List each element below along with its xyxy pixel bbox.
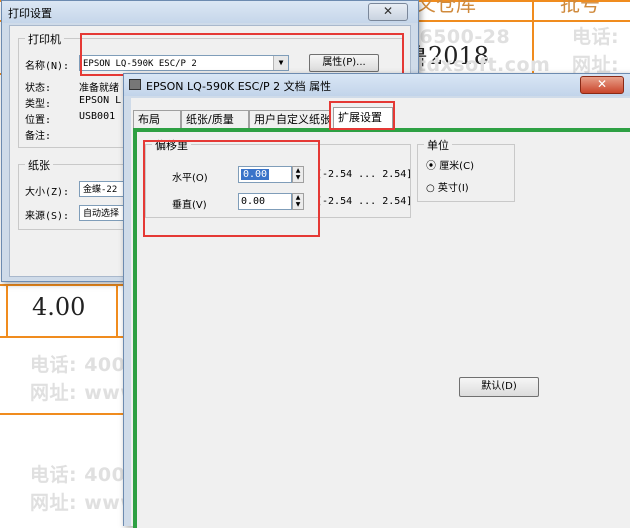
radio-cm[interactable]: ⦿ 厘米(C) [426,157,474,172]
print-setup-titlebar[interactable]: 打印设置 ✕ [2,1,418,23]
highlight-offset-group [143,140,320,237]
grid-line [0,413,130,415]
grid-line [0,336,130,338]
location-value: USB001 [79,111,116,122]
horizontal-range: [-2.54 ... 2.54] [316,169,413,180]
highlight-extended-tab [329,101,395,130]
type-value: EPSON L [79,95,122,106]
unit-group-label: 单位 [424,137,452,153]
default-button[interactable]: 默认(D) [459,377,539,397]
tab-layout[interactable]: 布局 [133,110,181,128]
unit-inch-label: 英寸(I) [437,183,469,194]
printer-group-label: 打印机 [25,31,64,47]
tab-paper-quality[interactable]: 纸张/质量 [181,110,249,128]
vertical-range: [-2.54 ... 2.54] [316,196,413,207]
highlight-printer-row [80,33,404,76]
unit-cm-label: 厘米(C) [439,161,474,172]
grid-line [6,284,8,338]
header-fragment-warehouse: 义仓库 [416,0,476,16]
printer-app-icon [129,79,141,90]
print-setup-title: 打印设置 [8,7,52,20]
watermark-short-phone: 电话: [572,26,620,48]
tab-custom-paper[interactable]: 用户自定义纸张 [249,110,331,128]
properties-title: EPSON LQ-590K ESC/P 2 文档 属性 [146,80,332,93]
paper-group-label: 纸张 [25,157,53,173]
comment-label: 备注: [25,131,52,142]
type-label: 类型: [25,99,52,110]
grid-line [116,284,118,338]
radio-inch[interactable]: ○ 英寸(I) [426,179,469,194]
paper-size-label: 大小(Z): [25,187,70,198]
close-icon[interactable]: ✕ [368,3,408,21]
radio-unselected-icon[interactable]: ○ [426,183,435,194]
properties-titlebar[interactable]: EPSON LQ-590K ESC/P 2 文档 属性 ✕ [124,74,630,96]
paper-source-value: 自动选择 [83,209,120,219]
unit-group: 单位 ⦿ 厘米(C) ○ 英寸(I) [417,137,515,202]
paper-source-label: 来源(S): [25,211,70,222]
paper-size-value: 金蝶-22 [83,185,118,195]
header-fragment-batch: 批号 [560,0,600,16]
radio-selected-icon[interactable]: ⦿ [426,161,436,172]
printer-name-label: 名称(N): [25,61,70,72]
cell-value: 4.00 [32,293,86,321]
status-value: 准备就绪 [79,83,119,94]
status-label: 状态: [25,83,52,94]
location-label: 位置: [25,115,52,126]
close-icon[interactable]: ✕ [580,76,624,94]
